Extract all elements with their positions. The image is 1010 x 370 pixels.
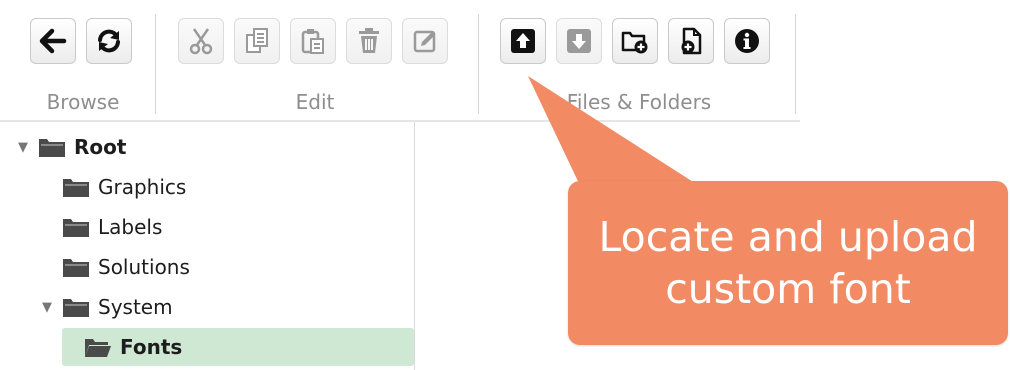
copy-icon	[246, 28, 268, 53]
new-folder-icon	[621, 31, 648, 54]
download-button[interactable]	[556, 18, 602, 64]
browse-group: Browse	[22, 8, 144, 118]
paste-icon	[301, 29, 324, 54]
tree-item-fonts[interactable]: Fonts	[62, 328, 414, 366]
edit-button[interactable]	[402, 18, 448, 64]
new-folder-button[interactable]	[612, 18, 658, 64]
tree-item-label: Graphics	[98, 175, 187, 199]
tree-item-label: Labels	[98, 215, 163, 239]
cut-icon	[189, 28, 213, 55]
edit-group: Edit	[172, 8, 458, 118]
new-file-button[interactable]	[668, 18, 714, 64]
tree-item-solutions[interactable]: Solutions	[62, 248, 190, 286]
toolbar-divider	[795, 14, 796, 114]
callout-annotation: Locate and upload custom font	[568, 181, 1008, 345]
tree-item-system[interactable]: ▼ System	[38, 288, 173, 326]
new-file-icon	[681, 27, 702, 55]
folder-icon	[63, 179, 89, 197]
paste-button[interactable]	[290, 18, 336, 64]
download-icon	[567, 29, 591, 53]
folder-icon	[63, 299, 89, 317]
cut-button[interactable]	[178, 18, 224, 64]
files-folders-group: Files & Folders	[494, 8, 784, 118]
upload-icon	[511, 29, 535, 53]
tree-item-labels[interactable]: Labels	[62, 208, 162, 246]
tree-item-label: Root	[74, 135, 127, 159]
back-button[interactable]	[30, 18, 76, 64]
info-icon	[735, 29, 759, 53]
callout-line-2: custom font	[665, 265, 911, 313]
callout-line-1: Locate and upload	[598, 213, 978, 261]
edit-group-label: Edit	[295, 90, 335, 114]
expand-arrow-icon[interactable]: ▼	[38, 300, 56, 315]
tree-item-label: Solutions	[98, 255, 190, 279]
folder-tree: ▼ Root Graphics Labels Solutions ▼ Syste…	[0, 122, 415, 370]
files-folders-group-label: Files & Folders	[566, 90, 712, 114]
expand-arrow-icon[interactable]: ▼	[14, 140, 32, 155]
refresh-icon	[98, 29, 120, 53]
toolbar-divider	[155, 14, 156, 114]
tree-item-root[interactable]: ▼ Root	[14, 128, 126, 166]
folder-icon	[63, 259, 89, 277]
delete-icon	[359, 28, 379, 53]
edit-icon	[413, 30, 436, 53]
back-arrow-icon	[39, 28, 67, 54]
delete-button[interactable]	[346, 18, 392, 64]
refresh-button[interactable]	[86, 18, 132, 64]
folder-icon	[39, 139, 65, 157]
tree-item-graphics[interactable]: Graphics	[62, 168, 186, 206]
browse-group-label: Browse	[46, 90, 120, 114]
tree-item-label: Fonts	[120, 335, 183, 359]
info-button[interactable]	[724, 18, 770, 64]
toolbar-divider	[478, 14, 479, 114]
copy-button[interactable]	[234, 18, 280, 64]
folder-icon	[63, 219, 89, 237]
tree-item-label: System	[98, 295, 173, 319]
toolbar: Browse Edit Files & Folders	[0, 0, 800, 122]
open-folder-icon	[85, 339, 111, 357]
upload-button[interactable]	[500, 18, 546, 64]
